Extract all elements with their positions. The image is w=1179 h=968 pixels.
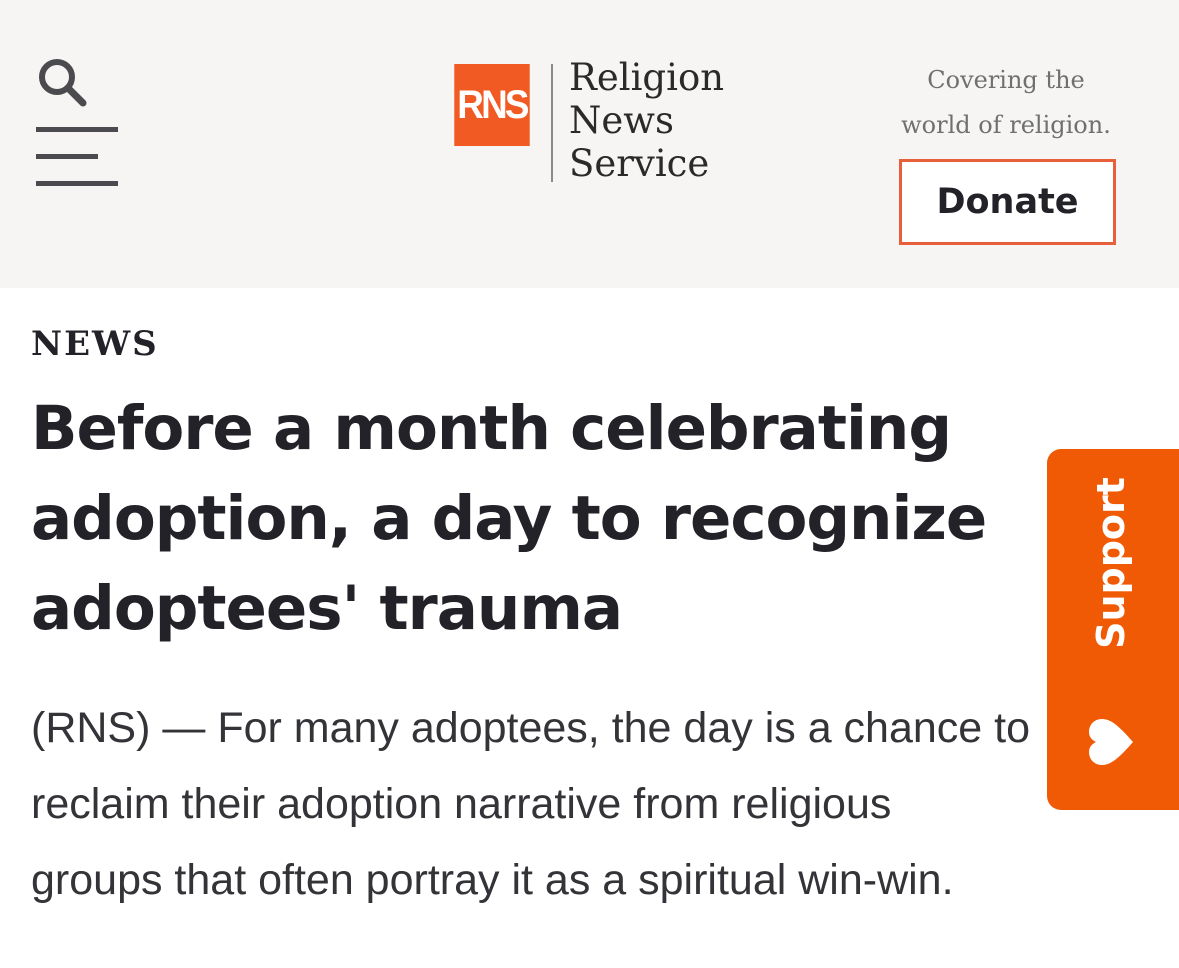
headline-line: adoptees' trauma (31, 573, 623, 644)
section-label[interactable]: NEWS (31, 324, 159, 364)
site-tagline: Covering the world of religion. (860, 58, 1152, 148)
dek-line: groups that often portray it as a spirit… (31, 856, 954, 904)
logo-wordmark: Religion News Service (569, 56, 724, 185)
menu-line (36, 127, 118, 132)
tagline-line: world of religion. (901, 111, 1111, 139)
menu-button[interactable] (36, 127, 118, 189)
dek-line: (RNS) — For many adoptees, the day is a … (31, 704, 1031, 752)
donate-button[interactable]: Donate (899, 159, 1116, 245)
support-label: Support (1089, 477, 1133, 649)
heart-icon (1089, 719, 1133, 765)
article-headline: Before a month celebrating adoption, a d… (31, 384, 1151, 654)
headline-line: adoption, a day to recognize (31, 483, 987, 554)
support-tab[interactable]: Support (1047, 449, 1179, 810)
menu-line (36, 154, 98, 159)
logo-word: Service (569, 142, 710, 185)
tagline-line: Covering the (927, 66, 1085, 94)
logo-word: Religion (569, 56, 725, 99)
dek-line: reclaim their adoption narrative from re… (31, 780, 892, 828)
headline-line: Before a month celebrating (31, 393, 952, 464)
menu-line (36, 181, 118, 186)
logo-divider (551, 64, 553, 182)
site-header: RNS Religion News Service Covering the w… (0, 0, 1179, 288)
logo-word: News (569, 99, 674, 142)
site-logo[interactable]: RNS Religion News Service (451, 56, 751, 186)
logo-mark: RNS (454, 64, 530, 146)
search-icon (39, 59, 87, 107)
search-button[interactable] (36, 56, 90, 110)
article-dek: (RNS) — For many adoptees, the day is a … (31, 690, 1151, 918)
